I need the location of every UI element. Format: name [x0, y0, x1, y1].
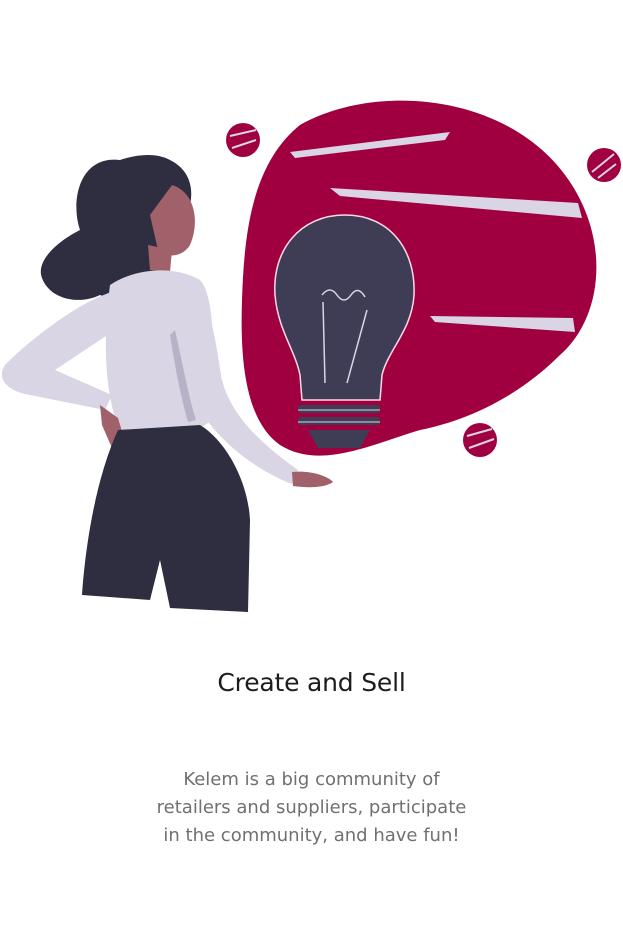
page-description: Kelem is a big community of retailers an… [156, 769, 467, 846]
page-title: Create and Sell [217, 668, 406, 697]
decorative-dot [463, 423, 497, 457]
decorative-dot [226, 123, 260, 157]
decorative-dot [587, 148, 621, 182]
onboarding-illustration [1, 100, 621, 612]
